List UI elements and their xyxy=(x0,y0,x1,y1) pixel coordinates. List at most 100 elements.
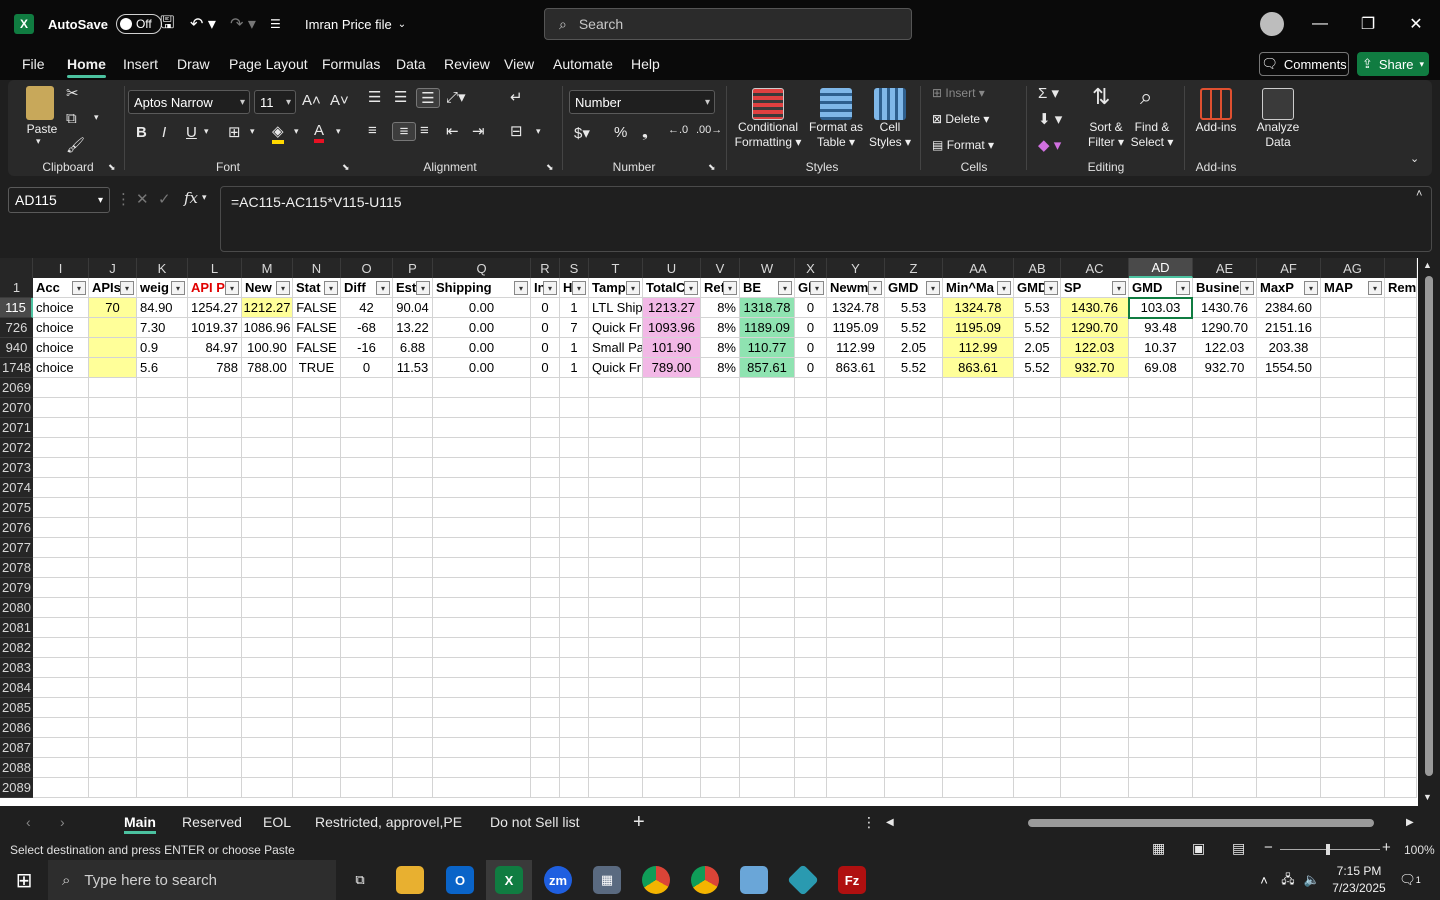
empty-cell[interactable] xyxy=(393,378,433,398)
empty-cell[interactable] xyxy=(827,778,885,798)
empty-cell[interactable] xyxy=(795,458,827,478)
empty-cell[interactable] xyxy=(293,378,341,398)
empty-cell[interactable] xyxy=(885,498,943,518)
empty-cell[interactable] xyxy=(1385,558,1417,578)
redo-icon[interactable]: ↷ ▾ xyxy=(230,0,256,48)
paste-button[interactable]: Paste xyxy=(22,122,62,137)
find-select-icon[interactable]: ⌕ xyxy=(1140,84,1152,110)
row-header[interactable]: 2082 xyxy=(0,638,33,658)
empty-cell[interactable] xyxy=(1385,438,1417,458)
empty-cell[interactable] xyxy=(589,638,643,658)
table-cell[interactable]: LTL Shipp xyxy=(589,298,643,318)
zoom-out-icon[interactable]: − xyxy=(1264,839,1273,856)
add-sheet-icon[interactable]: + xyxy=(633,806,645,838)
row-header[interactable]: 2083 xyxy=(0,658,33,678)
tab-reserved[interactable]: Reserved xyxy=(182,806,242,838)
add-ins-button[interactable]: Add-ins xyxy=(1188,120,1244,135)
empty-cell[interactable] xyxy=(701,718,740,738)
empty-cell[interactable] xyxy=(643,518,701,538)
table-header-cell[interactable]: GMD ▾ xyxy=(885,278,943,298)
empty-cell[interactable] xyxy=(589,618,643,638)
empty-cell[interactable] xyxy=(560,598,589,618)
empty-cell[interactable] xyxy=(740,738,795,758)
empty-cell[interactable] xyxy=(589,678,643,698)
table-cell[interactable]: 5.6 xyxy=(137,358,188,378)
empty-cell[interactable] xyxy=(531,518,560,538)
empty-cell[interactable] xyxy=(293,638,341,658)
empty-cell[interactable] xyxy=(560,678,589,698)
empty-cell[interactable] xyxy=(740,638,795,658)
empty-cell[interactable] xyxy=(589,418,643,438)
empty-cell[interactable] xyxy=(560,538,589,558)
filter-dropdown-icon[interactable]: ▾ xyxy=(723,281,737,295)
table-header-cell[interactable]: Acc ▾ xyxy=(33,278,89,298)
empty-cell[interactable] xyxy=(1257,598,1321,618)
empty-cell[interactable] xyxy=(1321,398,1385,418)
empty-cell[interactable] xyxy=(33,438,89,458)
empty-cell[interactable] xyxy=(1061,678,1129,698)
empty-cell[interactable] xyxy=(393,698,433,718)
table-cell[interactable]: 5.53 xyxy=(1014,298,1061,318)
empty-cell[interactable] xyxy=(643,478,701,498)
table-cell[interactable]: choice xyxy=(33,338,89,358)
table-header-cell[interactable]: Gl ▾ xyxy=(795,278,827,298)
empty-cell[interactable] xyxy=(1193,458,1257,478)
table-header-cell[interactable]: Busine ▾ xyxy=(1193,278,1257,298)
table-cell[interactable] xyxy=(1321,318,1385,338)
wrap-text-icon[interactable]: ↵ xyxy=(510,88,523,106)
empty-cell[interactable] xyxy=(341,458,393,478)
scroll-left-icon[interactable]: ◀ xyxy=(886,806,894,838)
empty-cell[interactable] xyxy=(393,538,433,558)
empty-cell[interactable] xyxy=(701,758,740,778)
empty-cell[interactable] xyxy=(795,718,827,738)
format-as-table-button[interactable]: Format as Table ▾ xyxy=(806,120,866,150)
empty-cell[interactable] xyxy=(433,538,531,558)
empty-cell[interactable] xyxy=(795,498,827,518)
empty-cell[interactable] xyxy=(242,618,293,638)
table-cell[interactable] xyxy=(1321,338,1385,358)
account-avatar-icon[interactable] xyxy=(1260,12,1284,36)
empty-cell[interactable] xyxy=(1193,778,1257,798)
empty-cell[interactable] xyxy=(1129,438,1193,458)
row-header[interactable]: 2070 xyxy=(0,398,33,418)
empty-cell[interactable] xyxy=(560,398,589,418)
table-cell[interactable]: 2151.16 xyxy=(1257,318,1321,338)
empty-cell[interactable] xyxy=(531,438,560,458)
empty-cell[interactable] xyxy=(795,578,827,598)
table-cell[interactable]: Quick Fr xyxy=(589,358,643,378)
column-header[interactable]: L xyxy=(188,258,242,278)
empty-cell[interactable] xyxy=(393,658,433,678)
table-cell[interactable]: 0 xyxy=(531,338,560,358)
empty-cell[interactable] xyxy=(1061,698,1129,718)
table-header-cell[interactable]: TotalC ▾ xyxy=(643,278,701,298)
empty-cell[interactable] xyxy=(795,378,827,398)
empty-cell[interactable] xyxy=(827,698,885,718)
empty-cell[interactable] xyxy=(701,478,740,498)
empty-cell[interactable] xyxy=(433,778,531,798)
column-header[interactable]: S xyxy=(560,258,589,278)
empty-cell[interactable] xyxy=(393,758,433,778)
menu-file[interactable]: File xyxy=(22,48,45,80)
align-center-icon[interactable]: ≡ xyxy=(392,122,416,141)
empty-cell[interactable] xyxy=(433,658,531,678)
tab-restricted[interactable]: Restricted, approvel,PE xyxy=(315,806,462,838)
empty-cell[interactable] xyxy=(589,758,643,778)
empty-cell[interactable] xyxy=(1061,538,1129,558)
empty-cell[interactable] xyxy=(1385,678,1417,698)
empty-cell[interactable] xyxy=(1321,538,1385,558)
table-cell[interactable]: 7.30 xyxy=(137,318,188,338)
empty-cell[interactable] xyxy=(560,438,589,458)
empty-cell[interactable] xyxy=(1014,558,1061,578)
filter-dropdown-icon[interactable]: ▾ xyxy=(626,281,640,295)
empty-cell[interactable] xyxy=(643,418,701,438)
empty-cell[interactable] xyxy=(341,438,393,458)
empty-cell[interactable] xyxy=(33,458,89,478)
empty-cell[interactable] xyxy=(1385,698,1417,718)
empty-cell[interactable] xyxy=(433,378,531,398)
menu-data[interactable]: Data xyxy=(396,48,426,80)
empty-cell[interactable] xyxy=(643,498,701,518)
table-cell[interactable]: 1212.27 xyxy=(242,298,293,318)
empty-cell[interactable] xyxy=(1129,718,1193,738)
table-cell[interactable] xyxy=(1321,298,1385,318)
empty-cell[interactable] xyxy=(531,778,560,798)
